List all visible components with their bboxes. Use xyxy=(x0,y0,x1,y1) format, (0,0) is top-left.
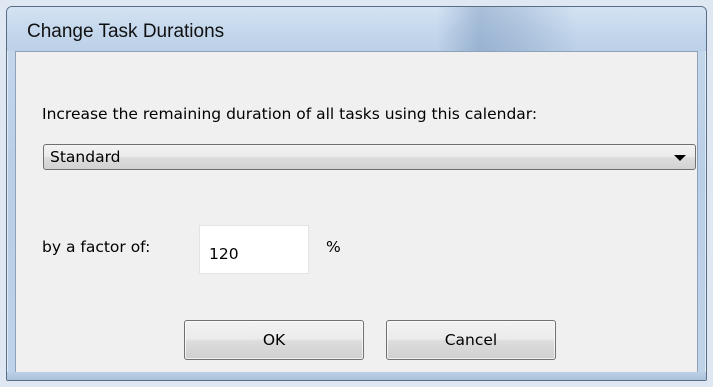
percent-unit-label: % xyxy=(326,238,341,256)
factor-input[interactable] xyxy=(199,225,309,274)
dialog-window: Change Task Durations Increase the remai… xyxy=(6,6,707,381)
calendar-dropdown[interactable]: Standard xyxy=(43,144,696,170)
chevron-down-icon[interactable] xyxy=(674,155,686,161)
window-bottom-edge xyxy=(7,372,706,380)
cancel-button[interactable]: Cancel xyxy=(386,320,556,360)
dialog-client-area: Increase the remaining duration of all t… xyxy=(15,51,698,374)
calendar-dropdown-value: Standard xyxy=(50,148,121,166)
calendar-prompt-label: Increase the remaining duration of all t… xyxy=(42,105,538,123)
factor-label: by a factor of: xyxy=(42,238,151,256)
title-bar[interactable]: Change Task Durations xyxy=(7,7,706,51)
ok-button[interactable]: OK xyxy=(184,320,364,360)
title-bar-glow xyxy=(437,7,577,51)
window-title: Change Task Durations xyxy=(27,21,225,42)
